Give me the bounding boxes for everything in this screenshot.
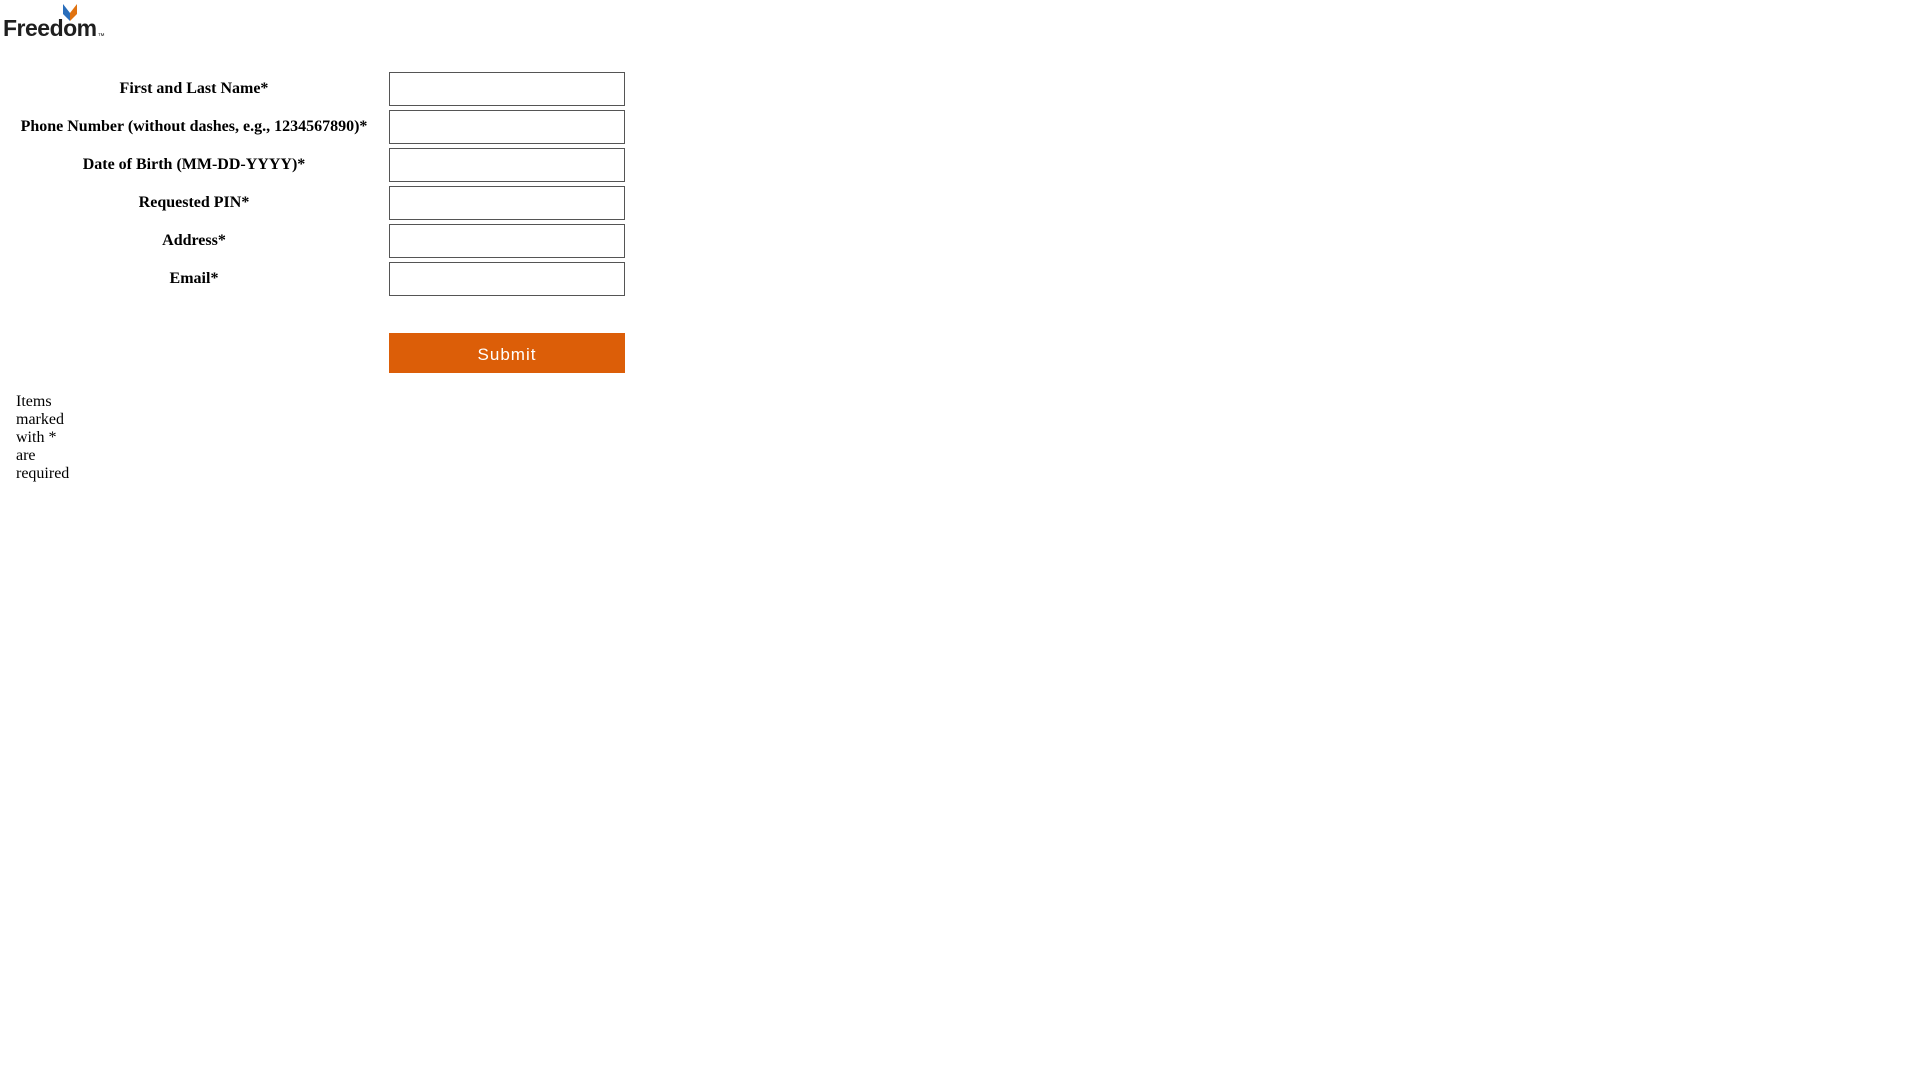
phone-label: Phone Number (without dashes, e.g., 1234… (20, 118, 368, 135)
dob-label: Date of Birth (MM-DD-YYYY)* (82, 156, 306, 173)
name-label: First and Last Name* (119, 80, 269, 97)
email-label: Email* (169, 270, 219, 287)
address-label: Address* (162, 232, 226, 249)
form-row-dob: Date of Birth (MM-DD-YYYY)* (0, 146, 640, 184)
form-row-email: Email* (0, 260, 640, 298)
form-row-name: First and Last Name* (0, 70, 640, 108)
submit-button[interactable]: Submit (389, 333, 625, 373)
page: Freedom ™ First and Last Name* Phone Numb… (0, 0, 1920, 1080)
form-row-address: Address* (0, 222, 640, 260)
address-field[interactable] (389, 224, 625, 258)
logo-trademark: ™ (97, 33, 105, 40)
phone-field[interactable] (389, 110, 625, 144)
email-field[interactable] (389, 262, 625, 296)
pin-field[interactable] (389, 186, 625, 220)
freedom-logo-mark-icon (63, 4, 77, 21)
name-field[interactable] (389, 72, 625, 106)
form-row-phone: Phone Number (without dashes, e.g., 1234… (0, 108, 640, 146)
form-row-pin: Requested PIN* (0, 184, 640, 222)
freedom-logo: Freedom ™ (3, 2, 105, 40)
dob-field[interactable] (389, 148, 625, 182)
logo-text: Freedom (3, 15, 97, 41)
required-note: Items marked with * are required (16, 393, 70, 482)
pin-label: Requested PIN* (138, 194, 250, 211)
